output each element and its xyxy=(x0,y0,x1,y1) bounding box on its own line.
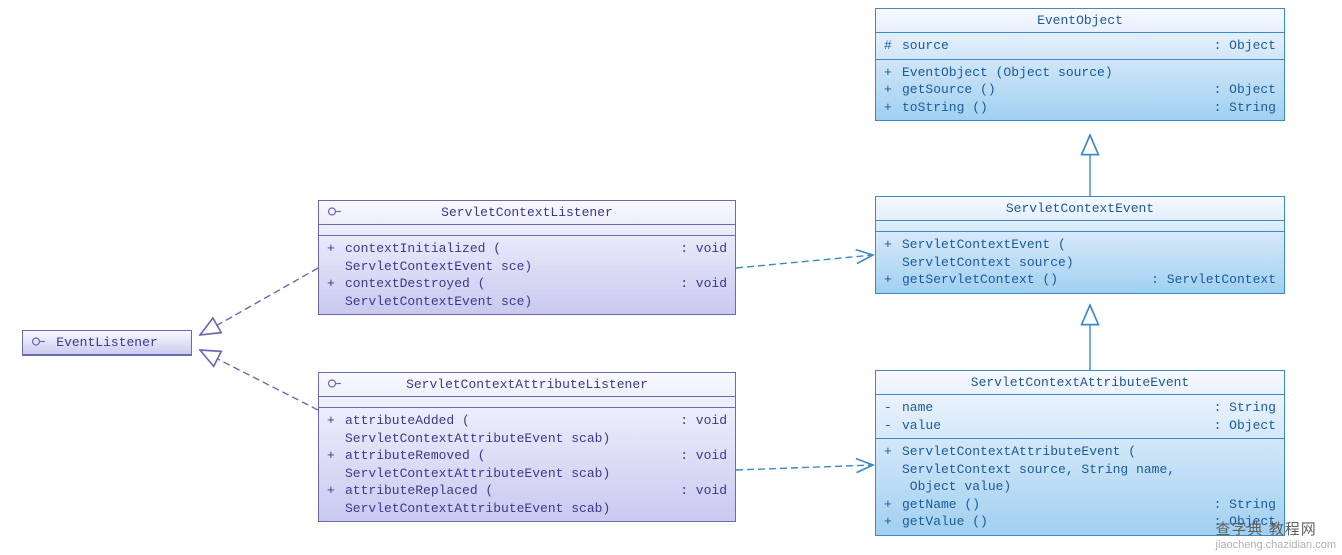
class-eventobject: EventObject #source : Object +EventObjec… xyxy=(875,8,1285,121)
watermark-bottom: jiaocheng.chazidian.com xyxy=(1216,539,1336,551)
class-member: +ServletContextAttributeEvent ( ServletC… xyxy=(884,443,1276,496)
attributes-section: -name : String-value : Object xyxy=(876,395,1284,439)
attributes-section xyxy=(319,397,735,408)
signature: ServletContextAttributeEvent ( ServletCo… xyxy=(902,443,1276,496)
return-type: : Object xyxy=(1214,81,1276,99)
operations-section: +attributeAdded ( ServletContextAttribut… xyxy=(319,408,735,521)
edge-realization xyxy=(200,350,318,410)
class-member: +contextInitialized ( ServletContextEven… xyxy=(327,240,727,275)
class-member: +contextDestroyed ( ServletContextEvent … xyxy=(327,275,727,310)
visibility: + xyxy=(884,496,902,514)
class-name: EventObject xyxy=(1037,13,1123,28)
class-member: +attributeReplaced ( ServletContextAttri… xyxy=(327,482,727,517)
signature: source xyxy=(902,37,1214,55)
visibility: - xyxy=(884,399,902,417)
class-servletcontextevent: ServletContextEvent +ServletContextEvent… xyxy=(875,196,1285,294)
signature: attributeAdded ( ServletContextAttribute… xyxy=(345,412,680,447)
attributes-section: #source : Object xyxy=(876,33,1284,60)
edge-realization xyxy=(200,268,318,335)
signature: EventObject (Object source) xyxy=(902,64,1276,82)
class-member: +getName () : String xyxy=(884,496,1276,514)
attributes-section xyxy=(876,221,1284,232)
operations-section: +EventObject (Object source)+getSource (… xyxy=(876,60,1284,121)
operations-section: +ServletContextEvent ( ServletContext so… xyxy=(876,232,1284,293)
return-type: : ServletContext xyxy=(1151,271,1276,289)
signature: getValue () xyxy=(902,513,1214,531)
visibility: + xyxy=(884,513,902,531)
visibility: + xyxy=(327,275,345,310)
class-name: ServletContextAttributeEvent xyxy=(971,375,1189,390)
return-type: : Object xyxy=(1214,417,1276,435)
class-title: ServletContextEvent xyxy=(876,197,1284,221)
return-type: : void xyxy=(680,447,727,482)
class-title: ServletContextAttributeListener xyxy=(319,373,735,397)
class-name: EventListener xyxy=(56,335,157,350)
signature: getName () xyxy=(902,496,1214,514)
visibility: + xyxy=(884,271,902,289)
class-member: -name : String xyxy=(884,399,1276,417)
attributes-section xyxy=(319,225,735,236)
signature: name xyxy=(902,399,1214,417)
edge-dependency xyxy=(736,465,873,470)
class-member: +ServletContextEvent ( ServletContext so… xyxy=(884,236,1276,271)
return-type: : String xyxy=(1214,496,1276,514)
visibility: + xyxy=(327,482,345,517)
return-type: : void xyxy=(680,275,727,310)
signature: attributeReplaced ( ServletContextAttrib… xyxy=(345,482,680,517)
signature: ServletContextEvent ( ServletContext sou… xyxy=(902,236,1276,271)
class-member: +toString () : String xyxy=(884,99,1276,117)
class-member: +attributeAdded ( ServletContextAttribut… xyxy=(327,412,727,447)
signature: attributeRemoved ( ServletContextAttribu… xyxy=(345,447,680,482)
signature: contextDestroyed ( ServletContextEvent s… xyxy=(345,275,680,310)
signature: getSource () xyxy=(902,81,1214,99)
visibility: # xyxy=(884,37,902,55)
class-title: ServletContextListener xyxy=(319,201,735,225)
visibility: + xyxy=(884,81,902,99)
return-type: : void xyxy=(680,412,727,447)
visibility: + xyxy=(327,447,345,482)
operations-section: +contextInitialized ( ServletContextEven… xyxy=(319,236,735,314)
class-name: ServletContextEvent xyxy=(1006,201,1154,216)
watermark: 查字典 教程网 jiaocheng.chazidian.com xyxy=(1216,518,1336,551)
class-member: -value : Object xyxy=(884,417,1276,435)
return-type: : void xyxy=(680,240,727,275)
visibility: + xyxy=(327,412,345,447)
interface-icon xyxy=(327,377,341,392)
class-servletcontextlistener: ServletContextListener +contextInitializ… xyxy=(318,200,736,315)
return-type: : String xyxy=(1214,99,1276,117)
class-member: +EventObject (Object source) xyxy=(884,64,1276,82)
signature: toString () xyxy=(902,99,1214,117)
edge-dependency xyxy=(736,255,873,268)
class-member: #source : Object xyxy=(884,37,1276,55)
visibility: + xyxy=(884,443,902,496)
visibility: + xyxy=(884,99,902,117)
return-type: : Object xyxy=(1214,37,1276,55)
signature: contextInitialized ( ServletContextEvent… xyxy=(345,240,680,275)
visibility: - xyxy=(884,417,902,435)
watermark-top: 查字典 教程网 xyxy=(1216,518,1336,539)
class-servletcontextattributeevent: ServletContextAttributeEvent -name : Str… xyxy=(875,370,1285,536)
class-eventlistener: EventListener xyxy=(22,330,192,356)
visibility: + xyxy=(327,240,345,275)
class-member: +getServletContext () : ServletContext xyxy=(884,271,1276,289)
class-servletcontextattributelistener: ServletContextAttributeListener +attribu… xyxy=(318,372,736,522)
class-title: EventListener xyxy=(23,331,191,355)
visibility: + xyxy=(884,64,902,82)
signature: getServletContext () xyxy=(902,271,1151,289)
visibility: + xyxy=(884,236,902,271)
class-name: ServletContextListener xyxy=(441,205,613,220)
interface-icon xyxy=(31,335,45,350)
class-title: EventObject xyxy=(876,9,1284,33)
class-member: +getSource () : Object xyxy=(884,81,1276,99)
class-title: ServletContextAttributeEvent xyxy=(876,371,1284,395)
class-name: ServletContextAttributeListener xyxy=(406,377,648,392)
return-type: : String xyxy=(1214,399,1276,417)
interface-icon xyxy=(327,205,341,220)
class-member: +attributeRemoved ( ServletContextAttrib… xyxy=(327,447,727,482)
signature: value xyxy=(902,417,1214,435)
return-type: : void xyxy=(680,482,727,517)
